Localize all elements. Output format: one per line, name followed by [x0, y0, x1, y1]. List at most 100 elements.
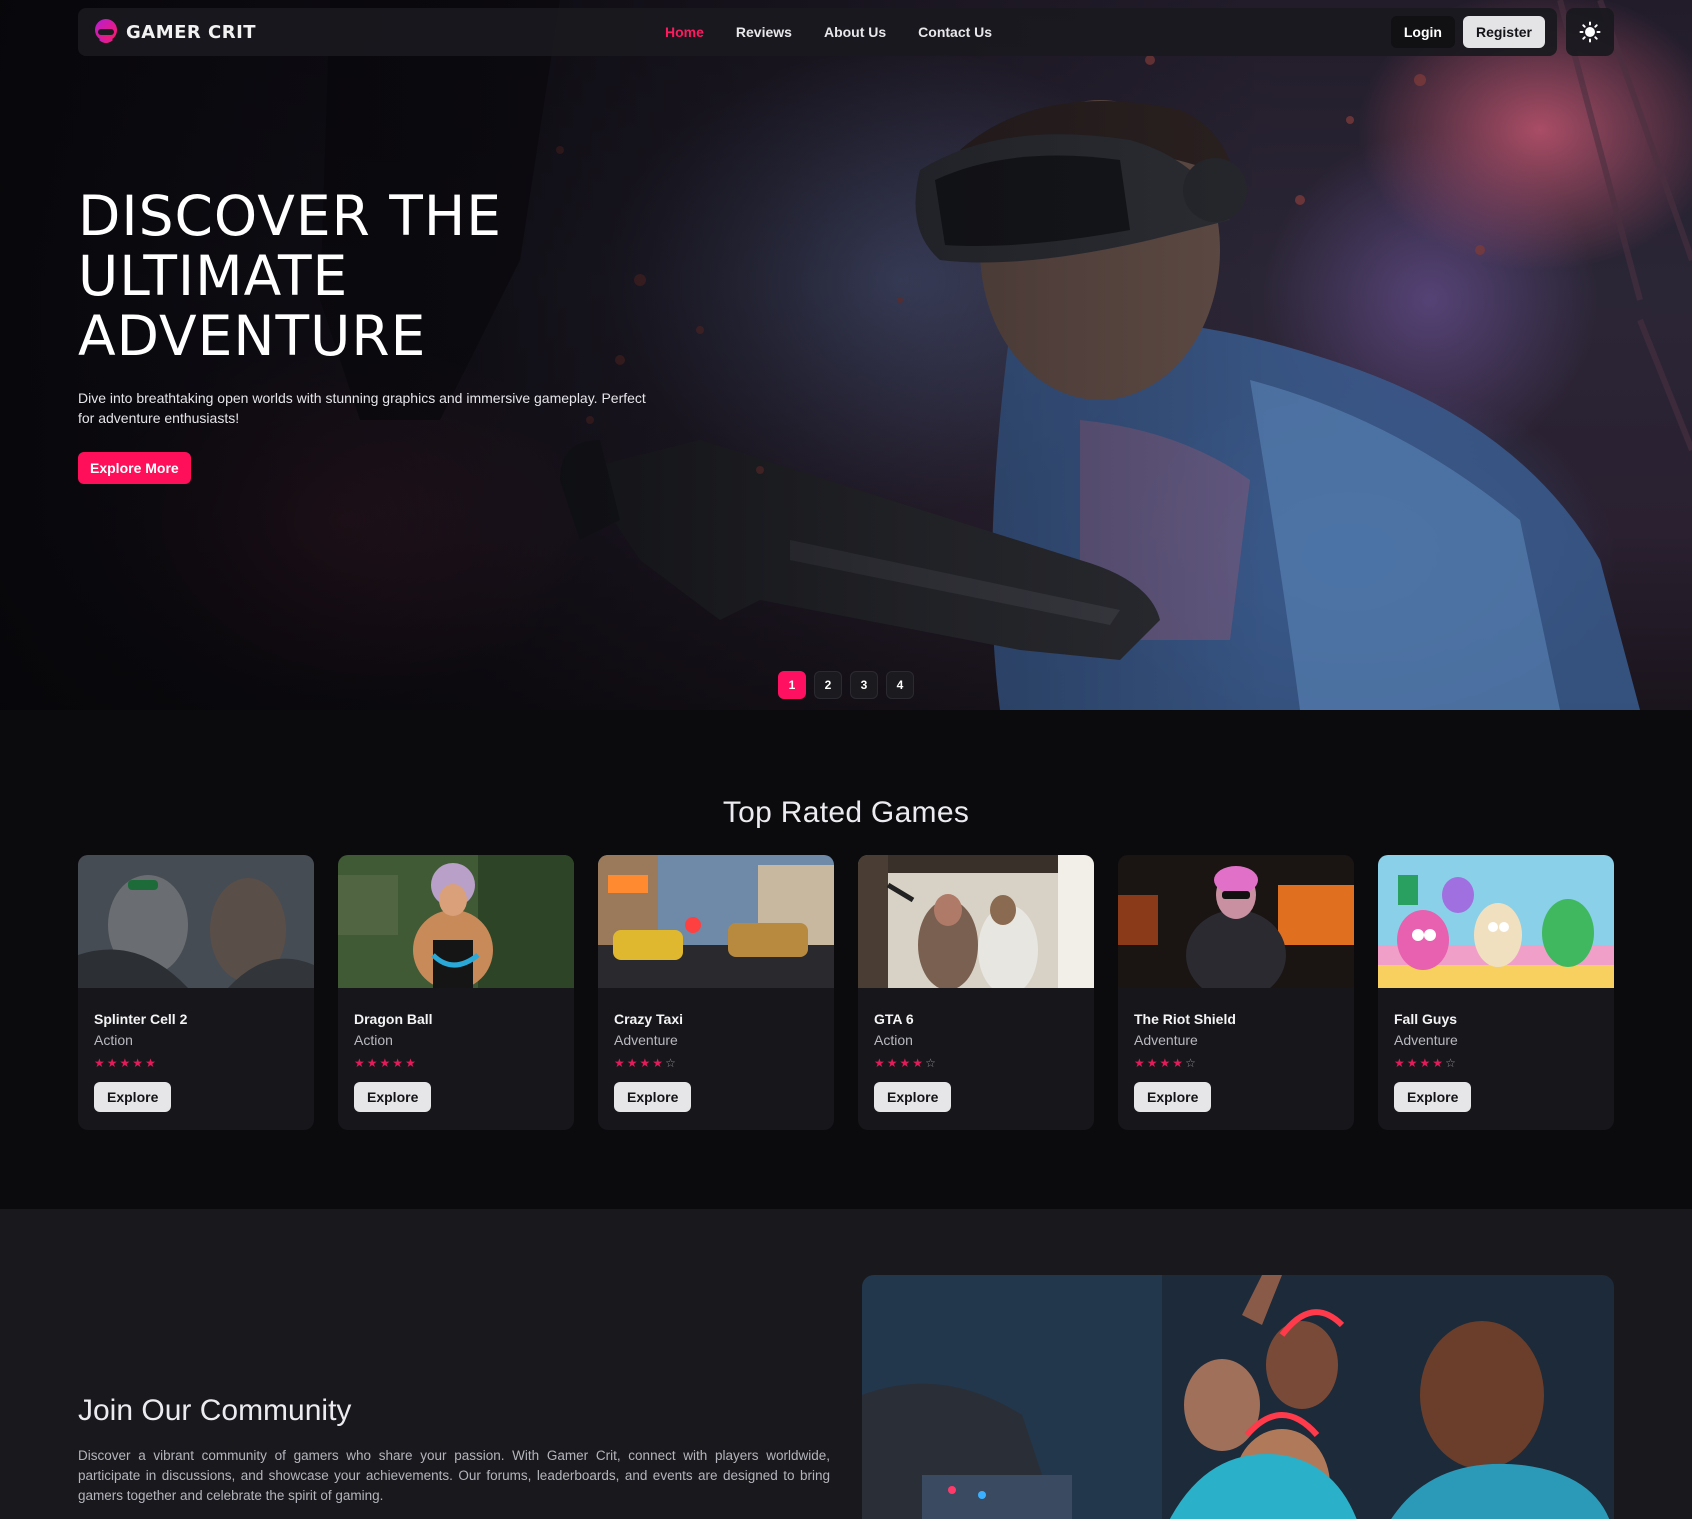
game-cover-image — [78, 855, 314, 988]
star-empty-icon: ☆ — [1445, 1056, 1456, 1070]
nav-link-about[interactable]: About Us — [824, 24, 886, 40]
star-filled-icon: ★ — [886, 1056, 898, 1070]
top-rated-section: Top Rated Games Splinter Cell 2 Action ★… — [0, 710, 1692, 1209]
star-filled-icon: ★ — [119, 1056, 131, 1070]
star-filled-icon: ★ — [1146, 1056, 1158, 1070]
explore-button[interactable]: Explore — [1134, 1082, 1212, 1112]
star-filled-icon: ★ — [132, 1056, 144, 1070]
explore-button[interactable]: Explore — [94, 1082, 172, 1112]
game-genre: Action — [94, 1032, 133, 1048]
brand-name: GAMER CRIT — [126, 21, 257, 43]
hero-title-line: DISCOVER THE — [78, 184, 502, 248]
star-filled-icon: ★ — [94, 1056, 105, 1070]
star-filled-icon: ★ — [354, 1056, 365, 1070]
star-filled-icon: ★ — [145, 1056, 156, 1070]
star-filled-icon: ★ — [392, 1056, 404, 1070]
star-empty-icon: ☆ — [665, 1056, 676, 1070]
game-cards: Splinter Cell 2 Action ★★★★★ Explore — [78, 855, 1614, 1130]
hero-title-line: ULTIMATE — [78, 244, 349, 308]
star-filled-icon: ★ — [1432, 1056, 1444, 1070]
game-title: Fall Guys — [1394, 1011, 1458, 1027]
game-card: Dragon Ball Action ★ ★ ★ ★ ★ Explore — [338, 855, 574, 1130]
hero-banner: DISCOVER THE ULTIMATE ADVENTURE Dive int… — [0, 0, 1692, 710]
star-filled-icon: ★ — [366, 1056, 378, 1070]
star-filled-icon: ★ — [652, 1056, 664, 1070]
community-content: Join Our Community Discover a vibrant co… — [78, 1394, 830, 1506]
carousel-pagination: 1 2 3 4 — [778, 671, 914, 699]
game-cover-image — [598, 855, 834, 988]
sun-icon — [1579, 21, 1601, 43]
star-empty-icon: ☆ — [1185, 1056, 1196, 1070]
community-section: Join Our Community Discover a vibrant co… — [0, 1209, 1692, 1519]
star-rating: ★ ★ ★ ★ ★ — [354, 1056, 558, 1070]
community-title: Join Our Community — [78, 1394, 352, 1427]
hero-title-line: ADVENTURE — [78, 304, 427, 368]
game-title: Dragon Ball — [354, 1011, 433, 1027]
star-filled-icon: ★ — [405, 1056, 416, 1070]
game-cover-image — [1378, 855, 1614, 988]
game-title: The Riot Shield — [1134, 1011, 1236, 1027]
game-card: Splinter Cell 2 Action ★ ★ ★ ★ ★ Explore — [78, 855, 314, 1130]
game-cover-image — [858, 855, 1094, 995]
game-genre: Action — [354, 1032, 393, 1048]
game-title: GTA 6 — [874, 1011, 914, 1027]
star-rating: ★ ★ ★ ★ ☆ — [614, 1056, 818, 1070]
hero-content: DISCOVER THE ULTIMATE ADVENTURE Dive int… — [78, 186, 678, 484]
hero-title: DISCOVER THE ULTIMATE ADVENTURE — [78, 186, 678, 366]
star-filled-icon: ★ — [874, 1056, 885, 1070]
gamer-logo-icon — [95, 19, 117, 43]
star-empty-icon: ☆ — [925, 1056, 936, 1070]
game-card: Fall Guys Adventure ★ ★ ★ ★ ☆ Explore — [1378, 855, 1614, 1130]
star-filled-icon: ★ — [912, 1056, 924, 1070]
register-button[interactable]: Register — [1462, 16, 1545, 48]
carousel-dot-2[interactable]: 2 — [814, 671, 842, 699]
explore-button[interactable]: Explore — [1394, 1082, 1472, 1112]
star-filled-icon: ★ — [1172, 1056, 1184, 1070]
game-card: GTA 6 Action ★ ★ ★ ★ ☆ Explore — [858, 855, 1094, 1130]
carousel-dot-4[interactable]: 4 — [886, 671, 914, 699]
game-genre: Action — [874, 1032, 913, 1048]
explore-button[interactable]: Explore — [614, 1082, 692, 1112]
star-filled-icon: ★ — [1159, 1056, 1171, 1070]
star-filled-icon: ★ — [899, 1056, 911, 1070]
brand[interactable]: GAMER CRIT — [94, 18, 256, 46]
nav-link-home[interactable]: Home — [665, 24, 704, 40]
star-rating: ★ ★ ★ ★ ☆ — [1394, 1056, 1598, 1070]
star-filled-icon: ★ — [1406, 1056, 1418, 1070]
game-genre: Adventure — [614, 1032, 678, 1048]
star-rating: ★ ★ ★ ★ ★ — [94, 1056, 298, 1070]
star-filled-icon: ★ — [626, 1056, 638, 1070]
game-title: Splinter Cell 2 — [94, 1011, 188, 1027]
explore-button[interactable]: Explore — [354, 1082, 432, 1112]
star-filled-icon: ★ — [1419, 1056, 1431, 1070]
game-genre: Adventure — [1394, 1032, 1458, 1048]
explore-button[interactable]: Explore — [874, 1082, 952, 1112]
login-button[interactable]: Login — [1390, 16, 1455, 48]
auth-buttons: Login Register — [1390, 16, 1545, 48]
game-card: The Riot Shield Adventure ★ ★ ★ ★ ☆ Explore — [1118, 855, 1354, 1130]
theme-toggle-button[interactable] — [1566, 8, 1614, 56]
star-filled-icon: ★ — [1134, 1056, 1145, 1070]
community-description: Discover a vibrant community of gamers w… — [78, 1448, 830, 1503]
star-filled-icon: ★ — [106, 1056, 118, 1070]
carousel-dot-1[interactable]: 1 — [778, 671, 806, 699]
star-rating: ★ ★ ★ ★ ☆ — [1134, 1056, 1338, 1070]
game-cover-image — [1118, 855, 1354, 1000]
game-genre: Adventure — [1134, 1032, 1198, 1048]
nav-link-contact[interactable]: Contact Us — [918, 24, 992, 40]
carousel-dot-3[interactable]: 3 — [850, 671, 878, 699]
game-cover-image — [338, 855, 574, 990]
star-filled-icon: ★ — [614, 1056, 625, 1070]
hero-subtitle: Dive into breathtaking open worlds with … — [78, 390, 646, 426]
star-filled-icon: ★ — [639, 1056, 651, 1070]
navbar: GAMER CRIT Home Reviews About Us Contact… — [78, 8, 1557, 56]
game-title: Crazy Taxi — [614, 1011, 683, 1027]
star-filled-icon: ★ — [379, 1056, 391, 1070]
section-title: Top Rated Games — [722, 796, 970, 829]
explore-more-button[interactable]: Explore More — [78, 452, 191, 484]
nav-links: Home Reviews About Us Contact Us — [665, 8, 992, 56]
nav-link-reviews[interactable]: Reviews — [736, 24, 792, 40]
star-filled-icon: ★ — [1394, 1056, 1405, 1070]
star-rating: ★ ★ ★ ★ ☆ — [874, 1056, 1078, 1070]
game-card: Crazy Taxi Adventure ★ ★ ★ ★ ☆ Explore — [598, 855, 834, 1130]
